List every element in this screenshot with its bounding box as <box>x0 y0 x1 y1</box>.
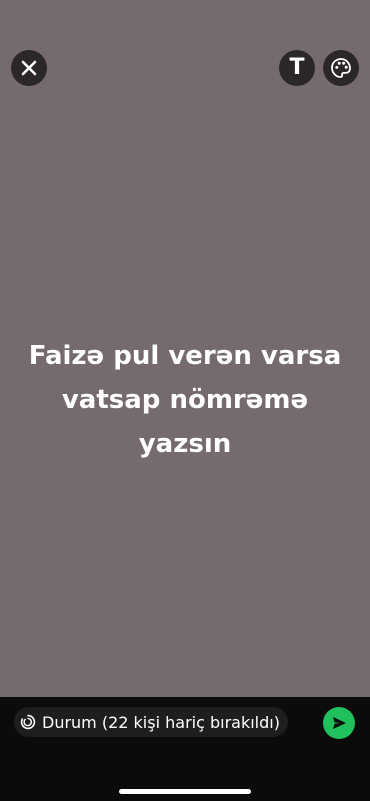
status-ring-icon <box>20 714 36 730</box>
status-canvas[interactable]: T Faizə pul verən varsa vatsap nömrəmə y… <box>0 0 370 697</box>
audience-label: Durum (22 kişi hariç bırakıldı) <box>42 712 280 732</box>
palette-icon <box>331 58 351 78</box>
send-button[interactable] <box>323 707 355 739</box>
status-composer-screen: T Faizə pul verən varsa vatsap nömrəmə y… <box>0 0 370 801</box>
status-text[interactable]: Faizə pul verən varsa vatsap nömrəmə yaz… <box>10 334 360 466</box>
close-button[interactable] <box>11 50 47 86</box>
audience-selector[interactable]: Durum (22 kişi hariç bırakıldı) <box>14 707 288 737</box>
bottom-bar: Durum (22 kişi hariç bırakıldı) <box>0 697 370 801</box>
text-tool-button[interactable]: T <box>279 50 315 86</box>
home-indicator[interactable] <box>119 789 251 794</box>
text-tool-icon: T <box>289 55 305 80</box>
close-icon <box>21 60 37 76</box>
color-palette-button[interactable] <box>323 50 359 86</box>
send-icon <box>333 717 346 729</box>
